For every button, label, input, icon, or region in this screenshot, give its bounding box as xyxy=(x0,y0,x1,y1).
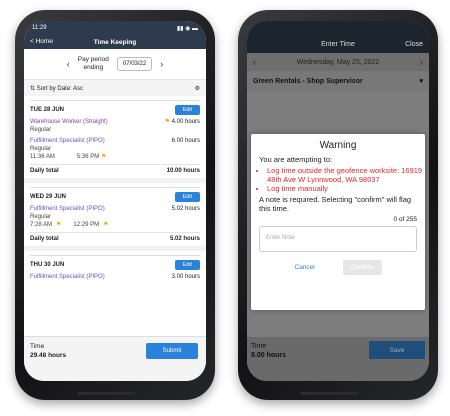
status-icons: ▮▮ ◉ ▬ xyxy=(176,25,198,32)
note-requirement-text: A note is required. Selecting "confirm" … xyxy=(259,195,412,213)
warning-item: Log time outside the geofence worksite: … xyxy=(267,166,425,184)
time-footer: Time 8.00 hours Save xyxy=(247,337,429,381)
sort-label: Sort by Date: Asc xyxy=(36,85,84,92)
time-keeping-screen: 11:29 ▮▮ ◉ ▬ < Home Time Keeping ‹ Pay p… xyxy=(24,21,206,381)
sort-bar: ⇅ Sort by Date: Asc ⚙ xyxy=(24,80,206,96)
page-title: Enter Time xyxy=(321,40,355,48)
enter-time-screen: Enter Time Close ‹ Wednesday, May 25, 20… xyxy=(247,21,429,381)
day-card: THU 30 JUN Edit Fulfillment Specialist (… xyxy=(30,255,200,281)
day-card: TUE 28 JUN Edit Warehouse Worker (Straig… xyxy=(30,100,200,174)
nav-bar: Enter Time Close xyxy=(247,35,429,53)
warning-dialog: Warning You are attempting to: Log time … xyxy=(251,134,425,310)
pay-period-label-line2: ending xyxy=(83,64,104,71)
daily-total-label: Daily total xyxy=(30,168,59,174)
entry-out-time: 5:36 PM xyxy=(76,154,100,160)
flag-icon: ⚑ xyxy=(103,222,109,228)
home-indicator xyxy=(77,392,135,395)
warning-list: Log time outside the geofence worksite: … xyxy=(259,166,425,193)
flag-icon: ⚑ xyxy=(100,154,107,160)
date-selector: ‹ Wednesday, May 25, 2022 › xyxy=(247,53,429,71)
daily-total-value: 10.00 hours xyxy=(166,168,200,174)
phone-left: 11:29 ▮▮ ◉ ▬ < Home Time Keeping ‹ Pay p… xyxy=(15,10,215,400)
job-link[interactable]: Fulfillment Specialist (PIPO) xyxy=(30,205,105,213)
entry-in-time: 11:36 AM xyxy=(30,154,55,160)
close-button[interactable]: Close xyxy=(405,41,423,48)
selected-date[interactable]: Wednesday, May 25, 2022 xyxy=(297,59,380,66)
dialog-title: Warning xyxy=(319,140,357,151)
home-back-button[interactable]: < Home xyxy=(30,38,53,45)
pay-period-label: Pay period ending xyxy=(78,56,109,72)
entry-in-time: 7:28 AM xyxy=(30,222,53,228)
entry-type: Regular xyxy=(30,127,52,133)
day-card: WED 29 JUN Edit Fulfillment Specialist (… xyxy=(30,187,200,242)
confirm-button[interactable]: Confirm xyxy=(342,260,382,275)
status-bar: 11:29 ▮▮ ◉ ▬ xyxy=(24,21,206,35)
status-bar xyxy=(247,21,429,35)
job-link[interactable]: Fulfillment Specialist (PIPO) xyxy=(30,137,105,145)
entry-hours: 3.00 hours xyxy=(171,274,200,280)
gear-icon[interactable]: ⚙ xyxy=(195,85,200,92)
prev-date-chevron-icon[interactable]: ‹ xyxy=(253,57,256,67)
daily-total-label: Daily total xyxy=(30,236,59,242)
save-button[interactable]: Save xyxy=(369,341,425,359)
edit-button[interactable]: Edit xyxy=(174,105,200,115)
submit-button[interactable]: Submit xyxy=(146,343,198,359)
day-date: WED 29 JUN xyxy=(30,194,67,200)
pay-period-selector: ‹ Pay period ending 07/03/22 › xyxy=(24,49,206,80)
section-divider xyxy=(24,178,206,183)
job-selector[interactable]: Green Rentals - Shop Supervisor ▾ xyxy=(247,71,429,91)
edit-button[interactable]: Edit xyxy=(174,260,200,270)
day-date: TUE 28 JUN xyxy=(30,107,65,113)
prev-period-chevron-icon[interactable]: ‹ xyxy=(67,59,70,69)
character-counter: 0 of 255 xyxy=(393,216,418,223)
next-period-chevron-icon[interactable]: › xyxy=(160,59,163,69)
sort-control[interactable]: ⇅ Sort by Date: Asc xyxy=(30,85,83,92)
next-date-chevron-icon[interactable]: › xyxy=(420,57,423,67)
entry-type: Regular xyxy=(30,214,52,220)
pay-period-date-field[interactable]: 07/03/22 xyxy=(116,57,153,71)
edit-button[interactable]: Edit xyxy=(174,192,200,202)
status-time: 11:29 xyxy=(32,25,47,31)
section-divider xyxy=(24,246,206,251)
nav-bar: < Home Time Keeping xyxy=(24,35,206,49)
sort-arrows-icon: ⇅ xyxy=(30,85,36,92)
warning-item: Log time manually xyxy=(267,184,425,193)
job-selector-value: Green Rentals - Shop Supervisor xyxy=(253,77,363,85)
time-total: 8.00 hours xyxy=(251,352,287,359)
time-total: 29.48 hours xyxy=(30,352,67,359)
flag-icon: ⚑ xyxy=(56,222,62,228)
dropdown-arrow-icon: ▾ xyxy=(419,78,423,85)
entry-hours: 4.00 hours xyxy=(171,119,200,125)
flag-icon: ⚑ xyxy=(164,119,170,125)
job-link[interactable]: Fulfillment Specialist (PIPO) xyxy=(30,273,105,281)
home-indicator xyxy=(300,392,358,395)
pay-period-label-line1: Pay period xyxy=(77,56,109,63)
time-footer: Time 29.48 hours Submit xyxy=(24,336,206,381)
day-date: THU 30 JUN xyxy=(30,262,65,268)
entry-hours: 5.02 hours xyxy=(171,206,200,212)
job-link[interactable]: Warehouse Worker (Straight) xyxy=(30,118,108,126)
cancel-button[interactable]: Cancel xyxy=(295,260,315,275)
entry-type: Regular xyxy=(30,146,52,152)
note-input[interactable]: Enter Note xyxy=(259,226,417,252)
entry-hours: 6.00 hours xyxy=(171,138,200,144)
time-label: Time xyxy=(30,343,45,350)
entry-out-time: 12:29 PM xyxy=(73,222,100,228)
daily-total-value: 5.02 hours xyxy=(169,236,200,242)
time-label: Time xyxy=(251,343,267,350)
dialog-intro: You are attempting to: xyxy=(259,155,333,164)
phone-right: Enter Time Close ‹ Wednesday, May 25, 20… xyxy=(238,10,438,400)
